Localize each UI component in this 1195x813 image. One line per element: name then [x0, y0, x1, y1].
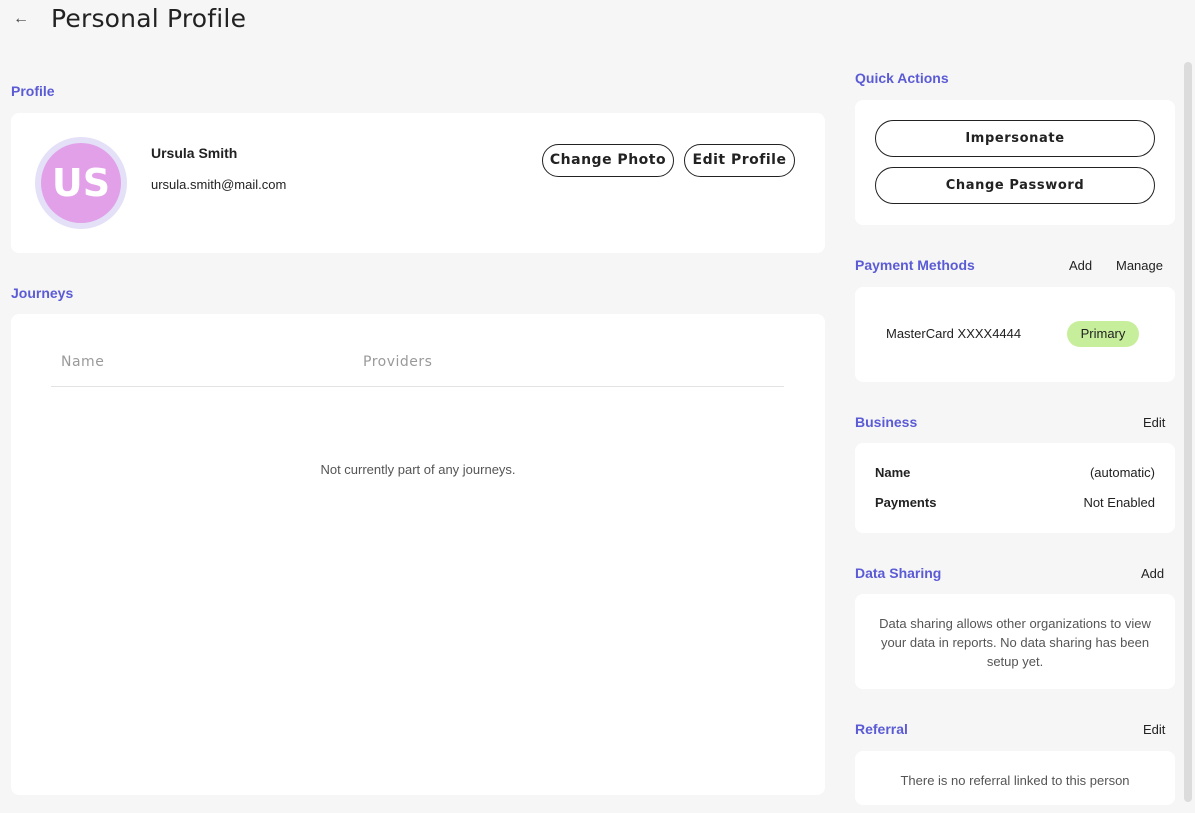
payment-methods-card: MasterCard XXXX4444 Primary	[855, 287, 1175, 382]
avatar: US	[41, 143, 121, 223]
referral-card: There is no referral linked to this pers…	[855, 751, 1175, 805]
journeys-card: Name Providers Not currently part of any…	[11, 314, 825, 795]
payment-add-link[interactable]: Add	[1069, 258, 1092, 273]
table-header-divider	[51, 386, 784, 387]
payment-manage-link[interactable]: Manage	[1116, 258, 1163, 273]
profile-name: Ursula Smith	[151, 145, 238, 161]
quick-actions-card: Impersonate Change Password	[855, 100, 1175, 225]
data-sharing-card: Data sharing allows other organizations …	[855, 594, 1175, 689]
arrow-left-icon[interactable]: ←	[10, 8, 32, 30]
page-title: Personal Profile	[51, 4, 247, 33]
journeys-section-label: Journeys	[11, 285, 74, 301]
data-sharing-description: Data sharing allows other organizations …	[879, 616, 1151, 669]
profile-card: US Ursula Smith ursula.smith@mail.com Ch…	[11, 113, 825, 253]
payment-card-label: MasterCard XXXX4444	[886, 326, 1022, 341]
journeys-empty-message: Not currently part of any journeys.	[320, 462, 516, 477]
top-bar: ← Personal Profile	[0, 0, 1195, 44]
business-name-label: Name	[875, 465, 911, 480]
column-header-name[interactable]: Name	[61, 354, 104, 370]
business-card: Name (automatic) Payments Not Enabled	[855, 443, 1175, 533]
business-name-value: (automatic)	[1089, 465, 1155, 480]
data-sharing-add-link[interactable]: Add	[1141, 566, 1164, 581]
referral-message: There is no referral linked to this pers…	[900, 773, 1130, 788]
change-photo-button[interactable]: Change Photo	[542, 144, 674, 177]
quick-actions-section-label: Quick Actions	[855, 70, 949, 86]
business-section-label: Business	[855, 414, 918, 430]
primary-badge: Primary	[1067, 321, 1139, 347]
referral-section-label: Referral	[855, 721, 908, 737]
profile-email: ursula.smith@mail.com	[151, 177, 287, 192]
avatar-ring: US	[35, 137, 127, 229]
business-payments-value: Not Enabled	[1083, 495, 1155, 510]
profile-section-label: Profile	[11, 83, 55, 99]
payment-methods-section-label: Payment Methods	[855, 257, 975, 273]
business-payments-label: Payments	[875, 495, 937, 510]
referral-edit-link[interactable]: Edit	[1143, 722, 1165, 737]
change-password-button[interactable]: Change Password	[875, 167, 1155, 204]
impersonate-button[interactable]: Impersonate	[875, 120, 1155, 157]
page-scrollbar[interactable]	[1184, 62, 1192, 802]
data-sharing-section-label: Data Sharing	[855, 565, 942, 581]
edit-profile-button[interactable]: Edit Profile	[684, 144, 795, 177]
business-edit-link[interactable]: Edit	[1143, 415, 1165, 430]
column-header-providers[interactable]: Providers	[363, 354, 432, 370]
